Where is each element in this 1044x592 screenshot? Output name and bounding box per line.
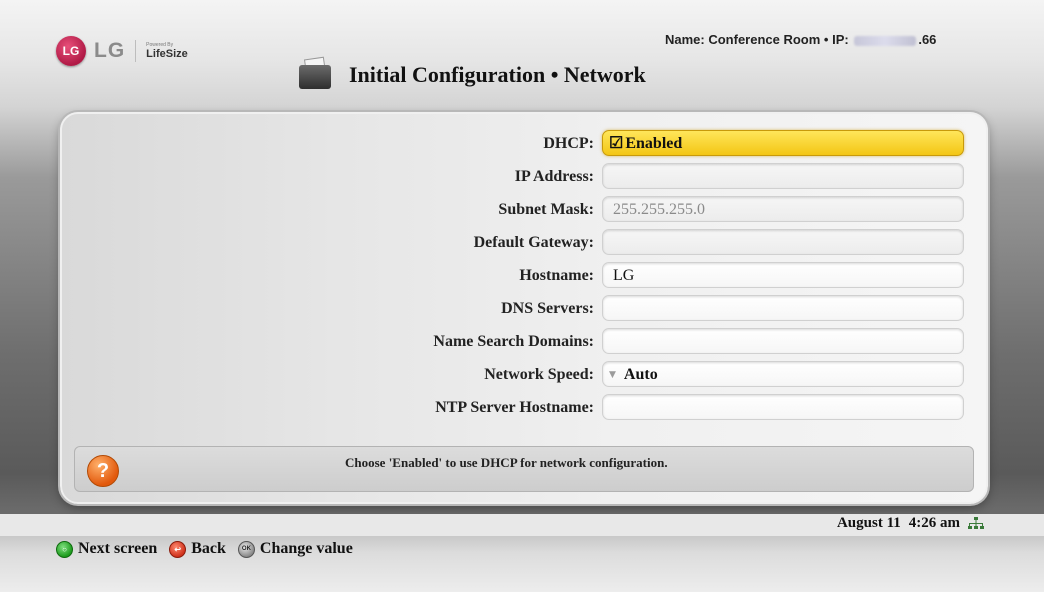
row-subnet-mask: Subnet Mask: 255.255.255.0 xyxy=(62,196,986,226)
hostname-label: Hostname: xyxy=(519,267,594,284)
dhcp-value: Enabled xyxy=(625,135,683,152)
lg-logo-letters: LG xyxy=(62,44,80,58)
system-name-ip: Name: Conference Room • IP: .66 xyxy=(665,32,936,47)
row-default-gateway: Default Gateway: xyxy=(62,229,986,259)
next-screen-hint[interactable]: ○ Next screen xyxy=(56,540,157,558)
default-gateway-field[interactable] xyxy=(602,229,964,255)
network-speed-value: Auto xyxy=(623,366,658,383)
ntp-server-label: NTP Server Hostname: xyxy=(435,399,594,416)
next-screen-label: Next screen xyxy=(78,540,158,557)
back-label: Back xyxy=(191,540,226,557)
page-title: Initial Configuration • Network xyxy=(349,62,646,87)
row-dhcp: DHCP: ☑ Enabled xyxy=(62,130,986,160)
brand-text: LG xyxy=(94,39,126,62)
green-button-icon: ○ xyxy=(56,540,73,558)
button-hints: ○ Next screen ↩ Back OK Change value xyxy=(56,540,359,558)
dhcp-label: DHCP: xyxy=(543,135,594,152)
subnet-mask-field[interactable]: 255.255.255.0 xyxy=(602,196,964,222)
screen: LG LG Powered By LifeSize Name: Conferen… xyxy=(0,0,1044,592)
subnet-mask-label: Subnet Mask: xyxy=(498,201,594,218)
dns-servers-label: DNS Servers: xyxy=(501,300,594,317)
change-value-hint[interactable]: OK Change value xyxy=(237,540,353,558)
dhcp-checkbox[interactable]: ☑ Enabled xyxy=(602,130,964,156)
row-hostname: Hostname: LG xyxy=(62,262,986,292)
row-name-search-domains: Name Search Domains: xyxy=(62,328,986,358)
hostname-field[interactable]: LG xyxy=(602,262,964,288)
brand-divider xyxy=(135,40,137,62)
title-bar: Initial Configuration • Network xyxy=(293,55,646,95)
lifesize-logo: Powered By LifeSize xyxy=(146,42,188,60)
network-settings-panel: DHCP: ☑ Enabled IP Address: Subnet Mask: … xyxy=(60,112,988,504)
row-ip-address: IP Address: xyxy=(62,163,986,193)
ip-address-label: IP Address: xyxy=(514,168,594,185)
network-icon xyxy=(968,516,984,529)
default-gateway-label: Default Gateway: xyxy=(473,234,594,251)
question-mark-icon: ? xyxy=(87,455,119,487)
name-search-domains-label: Name Search Domains: xyxy=(433,333,594,350)
lifesize-text: LifeSize xyxy=(146,48,188,60)
name-search-domains-field[interactable] xyxy=(602,328,964,354)
ok-button-icon: OK xyxy=(237,540,255,558)
ip-redacted xyxy=(854,35,917,46)
ip-suffix: .66 xyxy=(918,32,937,47)
date-text: August 11 xyxy=(836,515,901,531)
footer: ○ Next screen ↩ Back OK Change value xyxy=(0,536,1044,592)
ip-address-field[interactable] xyxy=(602,163,964,189)
help-box: ? Choose 'Enabled' to use DHCP for netwo… xyxy=(74,446,974,492)
help-text: Choose 'Enabled' to use DHCP for network… xyxy=(345,455,668,470)
dropdown-arrow-icon: ▼ xyxy=(609,370,616,381)
brand: LG LG Powered By LifeSize xyxy=(56,36,188,66)
change-value-label: Change value xyxy=(259,540,353,557)
name-ip-label: Name: Conference Room • IP: xyxy=(665,32,849,47)
ok-badge-text: OK xyxy=(241,546,251,552)
back-hint[interactable]: ↩ Back xyxy=(169,540,226,558)
config-box-icon xyxy=(293,55,343,95)
row-ntp-server: NTP Server Hostname: xyxy=(62,394,986,424)
time-text: 4:26 am xyxy=(908,515,960,531)
lg-logo-icon: LG xyxy=(56,36,86,66)
network-speed-select[interactable]: ▼ Auto xyxy=(602,361,964,387)
row-network-speed: Network Speed: ▼ Auto xyxy=(62,361,986,391)
dns-servers-field[interactable] xyxy=(602,295,964,321)
red-button-icon: ↩ xyxy=(169,540,187,558)
status-bar: August 11 4:26 am xyxy=(0,514,1044,536)
row-dns-servers: DNS Servers: xyxy=(62,295,986,325)
network-speed-label: Network Speed: xyxy=(484,366,594,383)
date-time: August 11 4:26 am xyxy=(837,515,984,532)
ntp-server-field[interactable] xyxy=(602,394,964,420)
checkmark-icon: ☑ xyxy=(609,135,624,152)
